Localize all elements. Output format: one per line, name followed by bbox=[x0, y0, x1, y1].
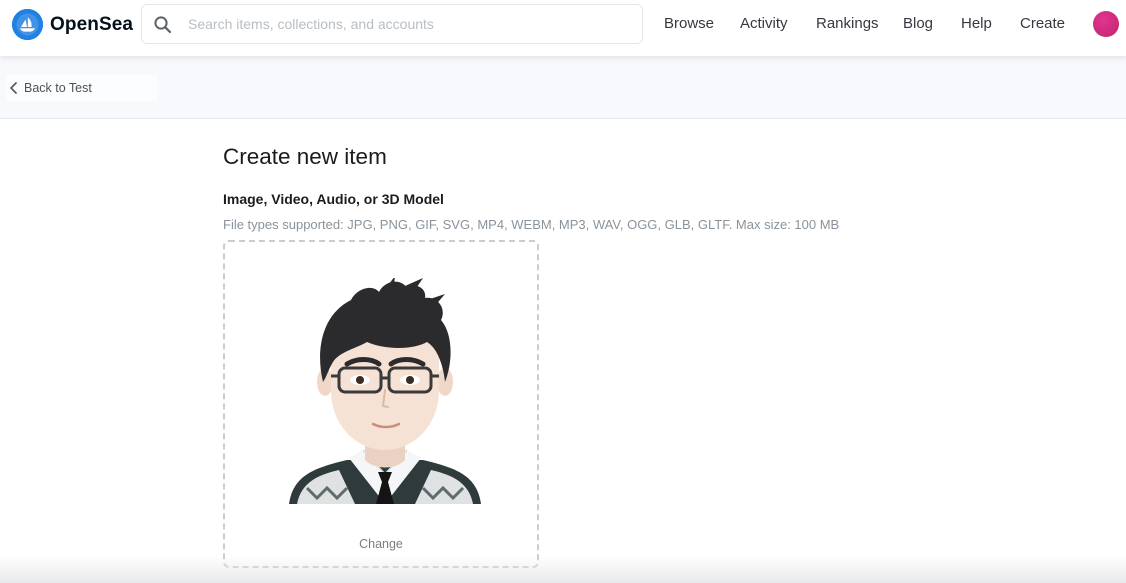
search-bar[interactable] bbox=[141, 4, 643, 44]
nav-rankings[interactable]: Rankings bbox=[816, 15, 879, 32]
nav-create[interactable]: Create bbox=[1020, 15, 1065, 32]
page-title: Create new item bbox=[223, 144, 387, 169]
media-field-label: Image, Video, Audio, or 3D Model bbox=[223, 191, 444, 207]
opensea-logo-icon bbox=[12, 9, 43, 40]
back-link-label: Back to Test bbox=[24, 81, 92, 95]
opensea-logo[interactable]: OpenSea bbox=[12, 9, 133, 40]
nav-blog[interactable]: Blog bbox=[903, 15, 933, 32]
media-field-help: File types supported: JPG, PNG, GIF, SVG… bbox=[223, 217, 840, 232]
search-input[interactable] bbox=[188, 5, 628, 43]
chevron-left-icon bbox=[10, 82, 17, 94]
user-avatar[interactable] bbox=[1093, 11, 1119, 37]
nav-activity[interactable]: Activity bbox=[740, 15, 788, 32]
search-icon bbox=[154, 16, 172, 34]
nav-help[interactable]: Help bbox=[961, 15, 992, 32]
top-header: OpenSea Browse Activity Rankings Blog He… bbox=[0, 0, 1126, 56]
change-media-label[interactable]: Change bbox=[225, 537, 537, 551]
back-link[interactable]: Back to Test bbox=[6, 75, 158, 101]
nav-browse[interactable]: Browse bbox=[664, 15, 714, 32]
bottom-edge-shadow bbox=[0, 555, 1126, 583]
subheader-bar: Back to Test bbox=[0, 56, 1126, 119]
cartoon-avatar-preview-icon bbox=[289, 278, 481, 504]
media-upload-dropzone[interactable]: Change bbox=[223, 240, 539, 568]
brand-name: OpenSea bbox=[50, 13, 134, 35]
